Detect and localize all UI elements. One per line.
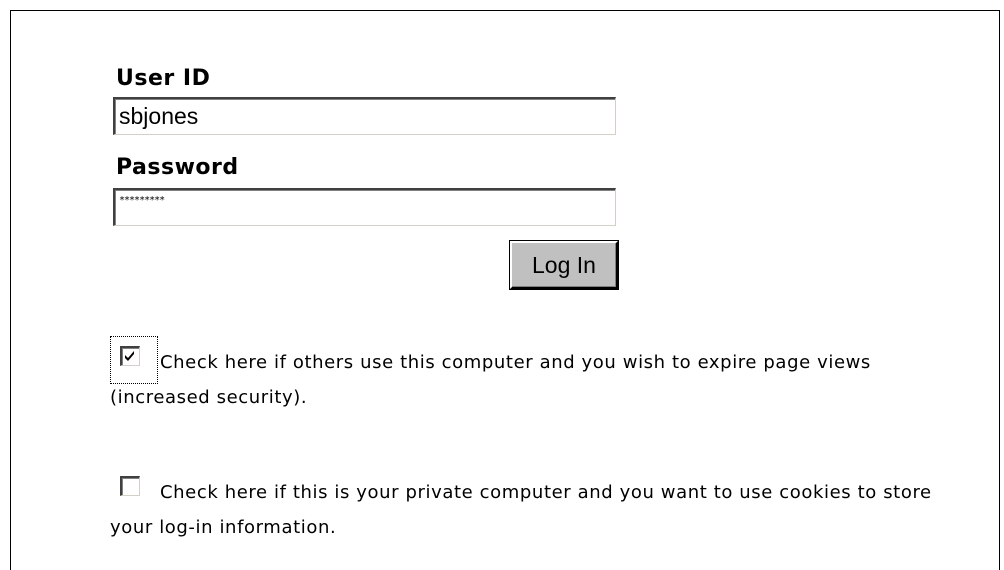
expire-page-views-text: Check here if others use this computer a… (110, 352, 871, 408)
password-input[interactable] (113, 188, 616, 226)
login-button[interactable]: Log In (510, 241, 618, 289)
user-id-label: User ID (116, 66, 211, 91)
store-cookies-text: Check here if this is your private compu… (110, 482, 932, 538)
expire-page-views-checkbox[interactable] (110, 336, 158, 384)
store-cookies-option: Check here if this is your private compu… (110, 466, 950, 542)
store-cookies-checkbox[interactable] (110, 466, 158, 514)
checkbox-box (120, 346, 140, 366)
checkmark-icon (125, 351, 134, 361)
expire-page-views-option: Check here if others use this computer a… (110, 336, 950, 412)
user-id-input[interactable] (113, 97, 616, 135)
password-label: Password (116, 155, 239, 180)
checkbox-box (120, 476, 140, 496)
